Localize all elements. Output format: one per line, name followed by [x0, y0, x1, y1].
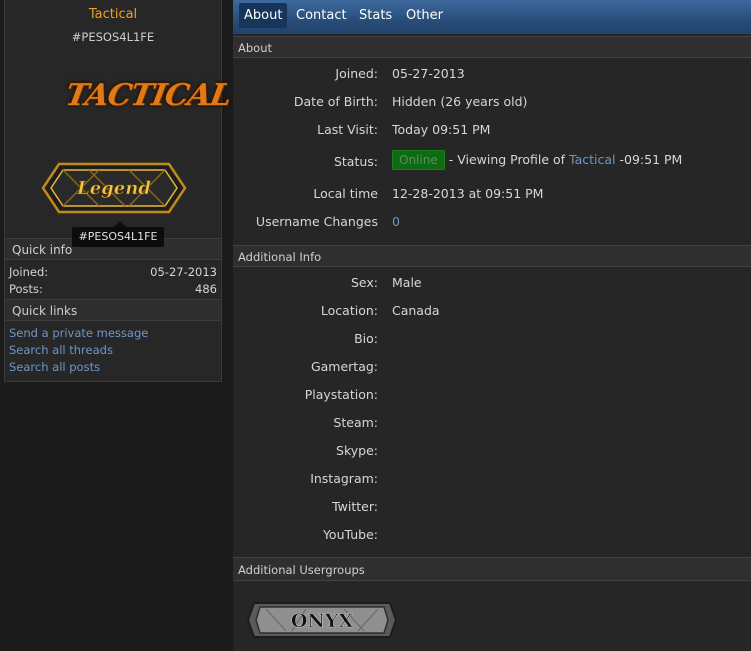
legend-rank-badge: Legend	[41, 162, 187, 214]
send-private-message-link[interactable]: Send a private message	[9, 326, 148, 340]
sex-value: Male	[392, 275, 422, 290]
username-changes-label: Username Changes	[255, 214, 378, 229]
steam-label: Steam:	[333, 415, 378, 430]
status-profile-link[interactable]: Tactical	[569, 152, 615, 167]
location-label: Location:	[320, 303, 378, 318]
onyx-usergroup-badge: ONYX	[246, 602, 398, 638]
tab-stats[interactable]: Stats	[354, 3, 397, 28]
status-activity-time: -09:51 PM	[619, 152, 683, 167]
dob-value: Hidden (26 years old)	[392, 94, 528, 109]
legend-badge-text: Legend	[76, 178, 151, 199]
tactical-logo: TACTICAL	[62, 78, 234, 113]
status-label: Status:	[333, 154, 378, 169]
online-status-badge: Online	[392, 150, 445, 170]
last-visit-value: Today 09:51 PM	[392, 122, 491, 137]
status-value: Online - Viewing Profile of Tactical -09:…	[392, 150, 682, 170]
sex-label: Sex:	[350, 275, 378, 290]
quick-info-joined-label: Joined:	[9, 265, 49, 279]
dob-label: Date of Birth:	[293, 94, 378, 109]
quick-info-posts: Posts: 486	[9, 282, 217, 298]
profile-main: About Contact Stats Other About Joined: …	[233, 0, 751, 651]
onyx-badge-text: ONYX	[291, 610, 353, 632]
profile-tab-bar: About Contact Stats Other	[233, 0, 751, 34]
local-time-value: 12-28-2013 at 09:51 PM	[392, 186, 544, 201]
location-value: Canada	[392, 303, 440, 318]
local-time-label: Local time	[313, 186, 378, 201]
tab-other[interactable]: Other	[401, 3, 448, 28]
user-tooltip: #PESOS4L1FE	[72, 221, 164, 247]
gamertag-label: Gamertag:	[310, 359, 378, 374]
tab-contact[interactable]: Contact	[291, 3, 352, 28]
about-section-header: About	[233, 36, 751, 58]
skype-label: Skype:	[336, 443, 378, 458]
tab-about[interactable]: About	[239, 3, 288, 28]
quick-info-joined-value: 05-27-2013	[150, 265, 217, 279]
quick-info-posts-label: Posts:	[9, 282, 43, 296]
bio-label: Bio:	[354, 331, 378, 346]
last-visit-label: Last Visit:	[317, 122, 378, 137]
youtube-label: YouTube:	[322, 527, 378, 542]
quick-info-joined: Joined: 05-27-2013	[9, 265, 217, 281]
status-activity-text: - Viewing Profile of	[448, 152, 566, 167]
username: Tactical	[88, 7, 138, 22]
playstation-label: Playstation:	[304, 387, 378, 402]
twitter-label: Twitter:	[332, 499, 378, 514]
joined-label: Joined:	[335, 66, 378, 81]
profile-sidebar: Tactical #PESOS4L1FE TACTICAL Legend #PE…	[4, 0, 234, 382]
joined-value: 05-27-2013	[392, 66, 465, 81]
search-all-threads-link[interactable]: Search all threads	[9, 343, 113, 357]
instagram-label: Instagram:	[310, 471, 378, 486]
additional-info-header: Additional Info	[233, 245, 751, 267]
additional-usergroups-header: Additional Usergroups	[233, 557, 751, 581]
user-title: #PESOS4L1FE	[71, 30, 155, 44]
quick-links-header: Quick links	[5, 299, 221, 321]
search-all-posts-link[interactable]: Search all posts	[9, 360, 100, 374]
quick-info-posts-value: 486	[195, 282, 217, 296]
username-changes-link[interactable]: 0	[392, 214, 400, 229]
